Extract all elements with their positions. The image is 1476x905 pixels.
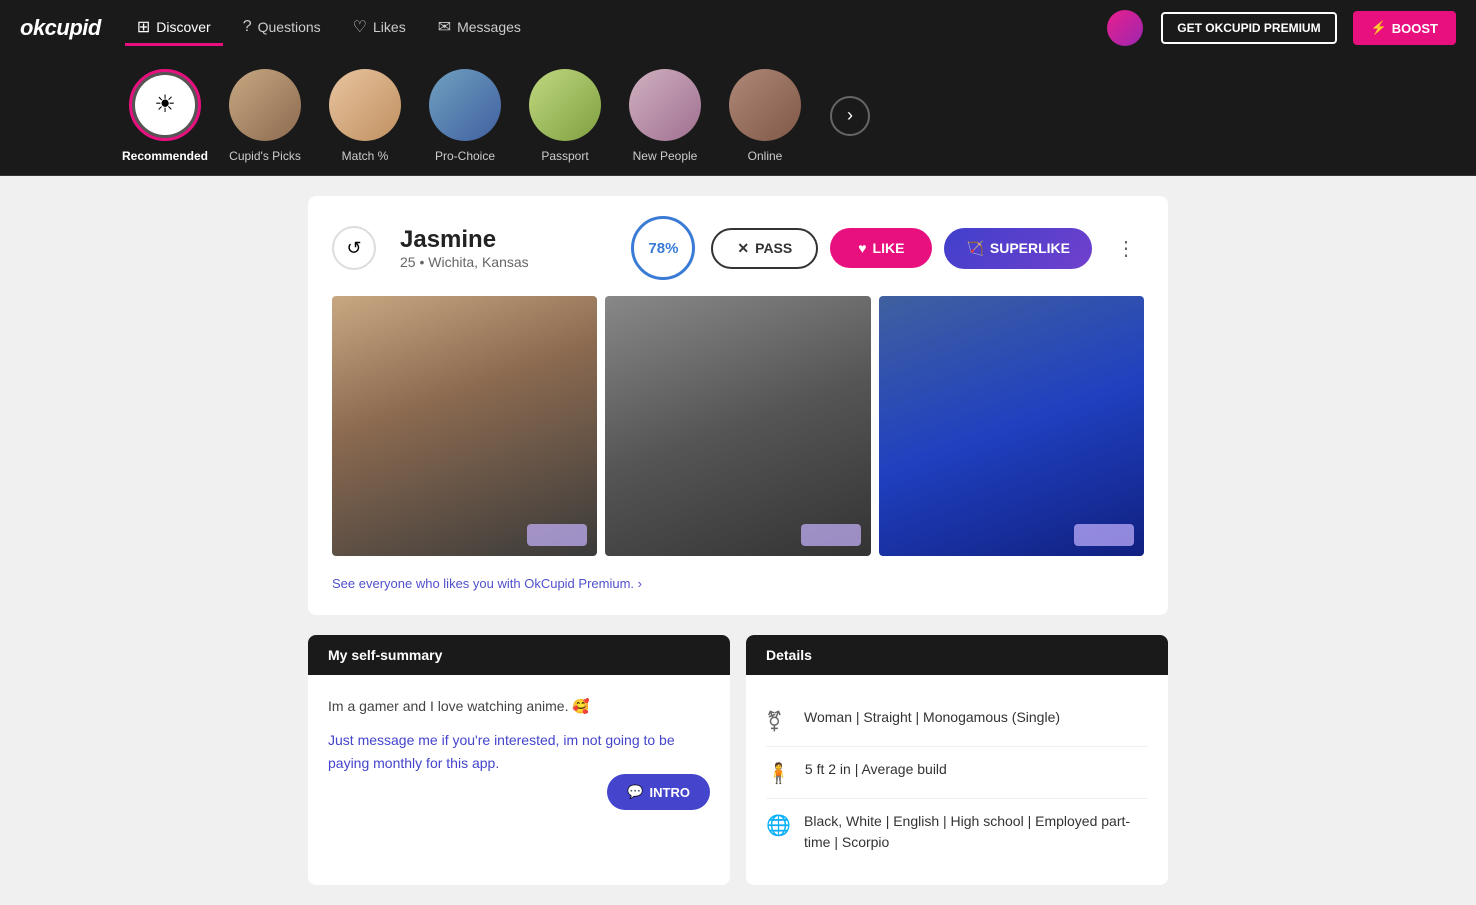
like-label: LIKE	[873, 240, 905, 256]
new-people-thumb	[629, 69, 701, 141]
nav-discover-label: Discover	[156, 19, 210, 35]
cupids-picks-label: Cupid's Picks	[229, 149, 301, 163]
photos-row	[332, 296, 1144, 556]
profile-location-separator: •	[419, 254, 428, 270]
profile-age: 25	[400, 254, 416, 270]
photo-placeholder-2	[605, 296, 870, 556]
intro-button[interactable]: 💬 INTRO	[607, 774, 710, 810]
self-summary-text2: Just message me if you're interested, im…	[328, 729, 710, 774]
main-content: ↺ Jasmine 25 • Wichita, Kansas 78% ✕ PAS…	[288, 176, 1188, 905]
self-summary-text1: Im a gamer and I love watching anime. 🥰	[328, 695, 710, 717]
photo-3[interactable]	[879, 296, 1144, 556]
action-buttons: ✕ PASS ♥ LIKE 🏹 SUPERLIKE	[711, 228, 1092, 269]
detail-row-height: 🧍 5 ft 2 in | Average build	[766, 747, 1148, 799]
photo-placeholder-1	[332, 296, 597, 556]
profile-sections: My self-summary Im a gamer and I love wa…	[308, 635, 1168, 885]
pass-label: PASS	[755, 240, 792, 256]
boost-label: BOOST	[1392, 21, 1438, 36]
likes-icon: ♡	[353, 17, 367, 37]
photo-blur-badge-1	[527, 524, 587, 546]
app-logo: okcupid	[20, 15, 101, 41]
navbar: okcupid ⊞ Discover ? Questions ♡ Likes ✉…	[0, 0, 1476, 56]
user-avatar[interactable]	[1107, 10, 1143, 46]
questions-icon: ?	[243, 18, 252, 36]
discover-pro-choice[interactable]: Pro-Choice	[420, 69, 510, 163]
discover-new-people[interactable]: New People	[620, 69, 710, 163]
details-header: Details	[746, 635, 1168, 675]
nav-messages-label: Messages	[457, 19, 521, 35]
premium-link[interactable]: See everyone who likes you with OkCupid …	[332, 572, 1144, 595]
detail-row-background: 🌐 Black, White | English | High school |…	[766, 799, 1148, 865]
recommended-label: Recommended	[122, 149, 208, 163]
intro-chat-icon: 💬	[627, 784, 643, 800]
discover-next-button[interactable]: ›	[830, 96, 870, 136]
messages-icon: ✉	[438, 17, 451, 37]
discover-bar: ☀ Recommended Cupid's Picks Match % Pro-…	[0, 56, 1476, 176]
photo-blur-badge-2	[801, 524, 861, 546]
nav-likes[interactable]: ♡ Likes	[341, 11, 418, 46]
detail-height-text: 5 ft 2 in | Average build	[805, 759, 947, 780]
detail-gender-text: Woman | Straight | Monogamous (Single)	[804, 707, 1060, 728]
profile-name-block: Jasmine 25 • Wichita, Kansas	[400, 226, 615, 270]
photo-2[interactable]	[605, 296, 870, 556]
boost-icon: ⚡	[1371, 20, 1387, 36]
premium-button[interactable]: GET OKCUPID PREMIUM	[1161, 12, 1336, 44]
more-options-button[interactable]: ⋮	[1108, 228, 1144, 269]
passport-thumb	[529, 69, 601, 141]
profile-sub: 25 • Wichita, Kansas	[400, 254, 615, 270]
superlike-button[interactable]: 🏹 SUPERLIKE	[944, 228, 1092, 269]
photo-blur-badge-3	[1074, 524, 1134, 546]
gender-icon: ⚧	[766, 709, 790, 734]
self-summary-header: My self-summary	[308, 635, 730, 675]
new-people-label: New People	[633, 149, 698, 163]
profile-name: Jasmine	[400, 226, 615, 254]
details-body: ⚧ Woman | Straight | Monogamous (Single)…	[746, 675, 1168, 885]
discover-icon: ⊞	[137, 17, 150, 37]
pass-x-icon: ✕	[737, 240, 749, 257]
discover-passport[interactable]: Passport	[520, 69, 610, 163]
detail-row-gender: ⚧ Woman | Straight | Monogamous (Single)	[766, 695, 1148, 747]
recommend-icon: ☀	[135, 75, 195, 135]
undo-button[interactable]: ↺	[332, 226, 376, 270]
online-label: Online	[748, 149, 783, 163]
discover-recommended[interactable]: ☀ Recommended	[120, 69, 210, 163]
passport-label: Passport	[541, 149, 588, 163]
discover-match[interactable]: Match %	[320, 69, 410, 163]
nav-discover[interactable]: ⊞ Discover	[125, 11, 223, 46]
profile-location: Wichita, Kansas	[428, 254, 528, 270]
discover-cupids-picks[interactable]: Cupid's Picks	[220, 69, 310, 163]
recommended-thumb: ☀	[129, 69, 201, 141]
cupids-picks-thumb	[229, 69, 301, 141]
discover-online[interactable]: Online	[720, 69, 810, 163]
intro-label: INTRO	[650, 785, 690, 800]
profile-card: ↺ Jasmine 25 • Wichita, Kansas 78% ✕ PAS…	[308, 196, 1168, 615]
match-percent: 78%	[648, 240, 678, 257]
match-thumb	[329, 69, 401, 141]
boost-button[interactable]: ⚡ BOOST	[1353, 11, 1456, 45]
pro-choice-label: Pro-Choice	[435, 149, 495, 163]
match-circle: 78%	[631, 216, 695, 280]
superlike-label: SUPERLIKE	[990, 240, 1070, 256]
pass-button[interactable]: ✕ PASS	[711, 228, 818, 269]
detail-background-text: Black, White | English | High school | E…	[804, 811, 1148, 853]
nav-likes-label: Likes	[373, 19, 406, 35]
background-icon: 🌐	[766, 813, 790, 838]
nav-questions[interactable]: ? Questions	[231, 12, 333, 45]
superlike-icon: 🏹	[966, 240, 983, 257]
online-thumb	[729, 69, 801, 141]
photo-placeholder-3	[879, 296, 1144, 556]
nav-messages[interactable]: ✉ Messages	[426, 11, 533, 46]
self-summary-card: My self-summary Im a gamer and I love wa…	[308, 635, 730, 885]
photo-1[interactable]	[332, 296, 597, 556]
height-icon: 🧍	[766, 761, 791, 786]
self-summary-body: Im a gamer and I love watching anime. 🥰 …	[308, 675, 730, 875]
nav-questions-label: Questions	[258, 19, 321, 35]
like-heart-icon: ♥	[858, 240, 866, 256]
like-button[interactable]: ♥ LIKE	[830, 228, 932, 268]
pro-choice-thumb	[429, 69, 501, 141]
profile-header: ↺ Jasmine 25 • Wichita, Kansas 78% ✕ PAS…	[332, 216, 1144, 280]
match-label: Match %	[342, 149, 389, 163]
premium-link-text: See everyone who likes you with OkCupid …	[332, 576, 642, 591]
details-card: Details ⚧ Woman | Straight | Monogamous …	[746, 635, 1168, 885]
